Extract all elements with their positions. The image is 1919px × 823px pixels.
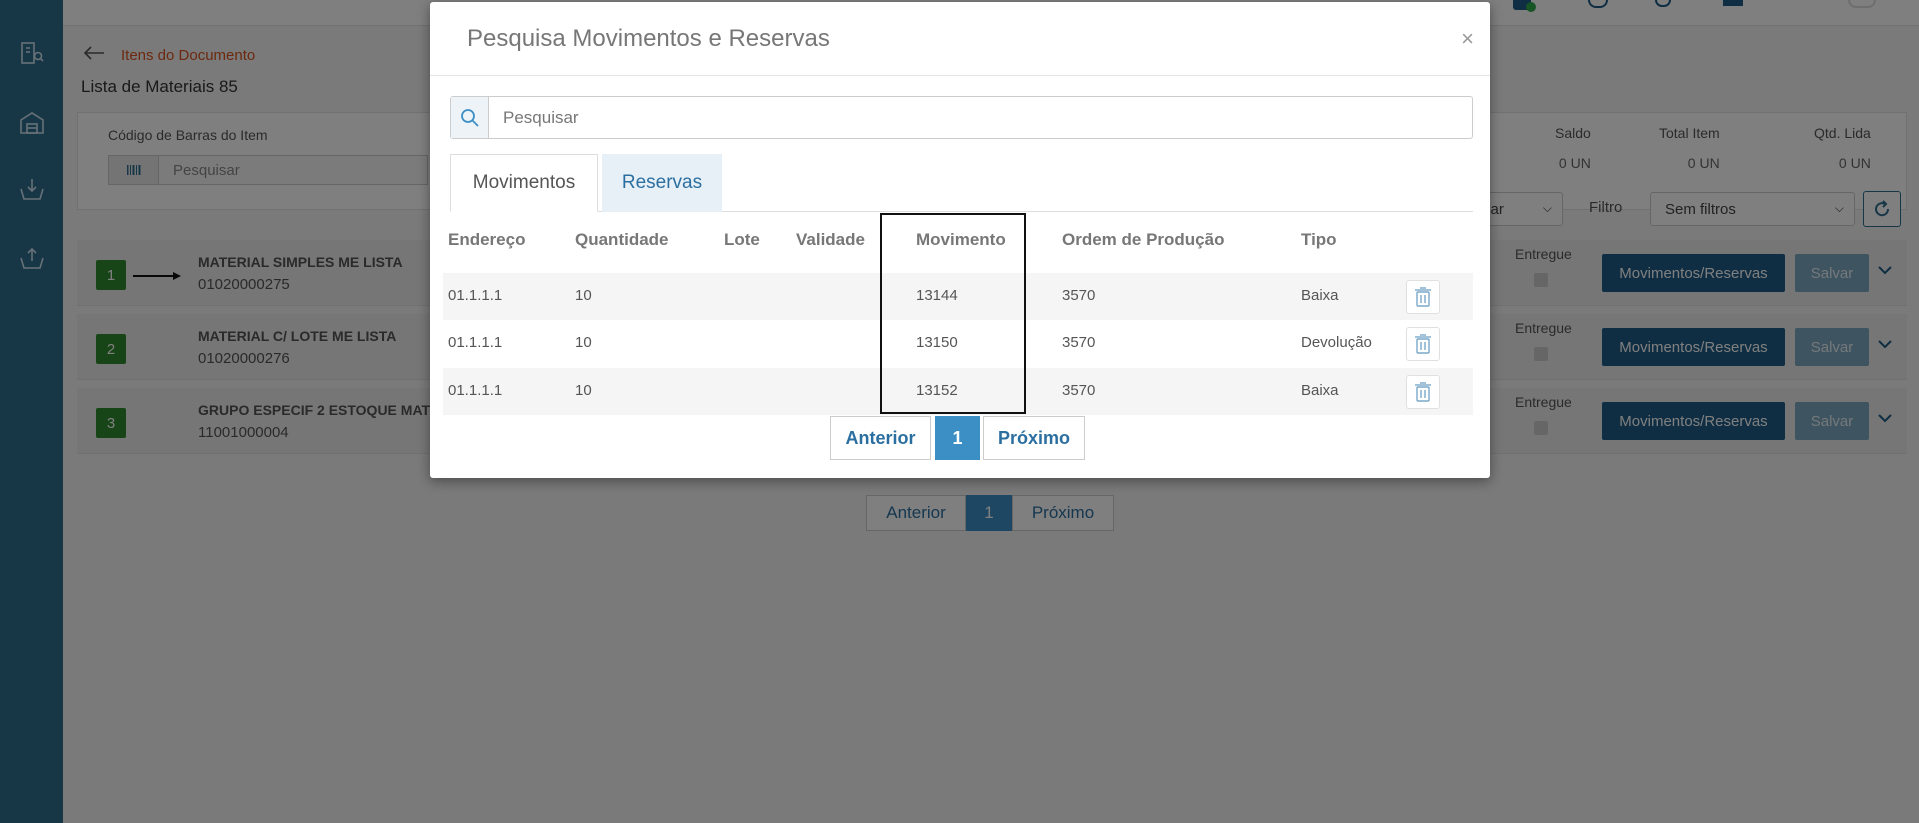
cell-endereco: 01.1.1.1 xyxy=(448,382,503,399)
pagination: Anterior 1 Próximo xyxy=(430,416,1490,460)
column-header: Tipo xyxy=(1301,230,1337,249)
cell-tipo: Baixa xyxy=(1301,382,1339,399)
cell-tipo: Devolução xyxy=(1301,334,1372,351)
tab-bar: Movimentos Reservas xyxy=(450,154,1473,212)
column-header: Ordem de Produção xyxy=(1062,230,1225,249)
column-header: Validade xyxy=(796,230,865,249)
current-page[interactable]: 1 xyxy=(935,416,980,460)
tab-movimentos[interactable]: Movimentos xyxy=(450,154,598,212)
cell-quantidade: 10 xyxy=(575,382,592,399)
movimento-column-highlight xyxy=(880,213,1026,414)
cell-endereco: 01.1.1.1 xyxy=(448,287,503,304)
cell-quantidade: 10 xyxy=(575,287,592,304)
movimentos-reservas-modal: Pesquisa Movimentos e Reservas × Movimen… xyxy=(430,2,1490,478)
column-header: Lote xyxy=(724,230,760,249)
trash-icon xyxy=(1415,382,1431,402)
column-header: Quantidade xyxy=(575,230,669,249)
delete-button[interactable] xyxy=(1406,280,1440,314)
modal-title: Pesquisa Movimentos e Reservas xyxy=(467,25,830,52)
delete-button[interactable] xyxy=(1406,375,1440,409)
cell-quantidade: 10 xyxy=(575,334,592,351)
search-icon xyxy=(451,97,489,138)
cell-ordem-producao: 3570 xyxy=(1062,382,1096,399)
cell-endereco: 01.1.1.1 xyxy=(448,334,503,351)
search-input[interactable] xyxy=(489,97,1472,138)
close-icon[interactable]: × xyxy=(1461,26,1474,52)
trash-icon xyxy=(1415,287,1431,307)
modal-header: Pesquisa Movimentos e Reservas × xyxy=(430,2,1490,76)
next-page-button[interactable]: Próximo xyxy=(983,416,1085,460)
cell-ordem-producao: 3570 xyxy=(1062,287,1096,304)
trash-icon xyxy=(1415,334,1431,354)
column-header: Endereço xyxy=(448,230,526,249)
delete-button[interactable] xyxy=(1406,327,1440,361)
prev-page-button[interactable]: Anterior xyxy=(830,416,931,460)
cell-ordem-producao: 3570 xyxy=(1062,334,1096,351)
search-field[interactable] xyxy=(450,96,1473,139)
tab-reservas[interactable]: Reservas xyxy=(602,154,722,212)
cell-tipo: Baixa xyxy=(1301,287,1339,304)
